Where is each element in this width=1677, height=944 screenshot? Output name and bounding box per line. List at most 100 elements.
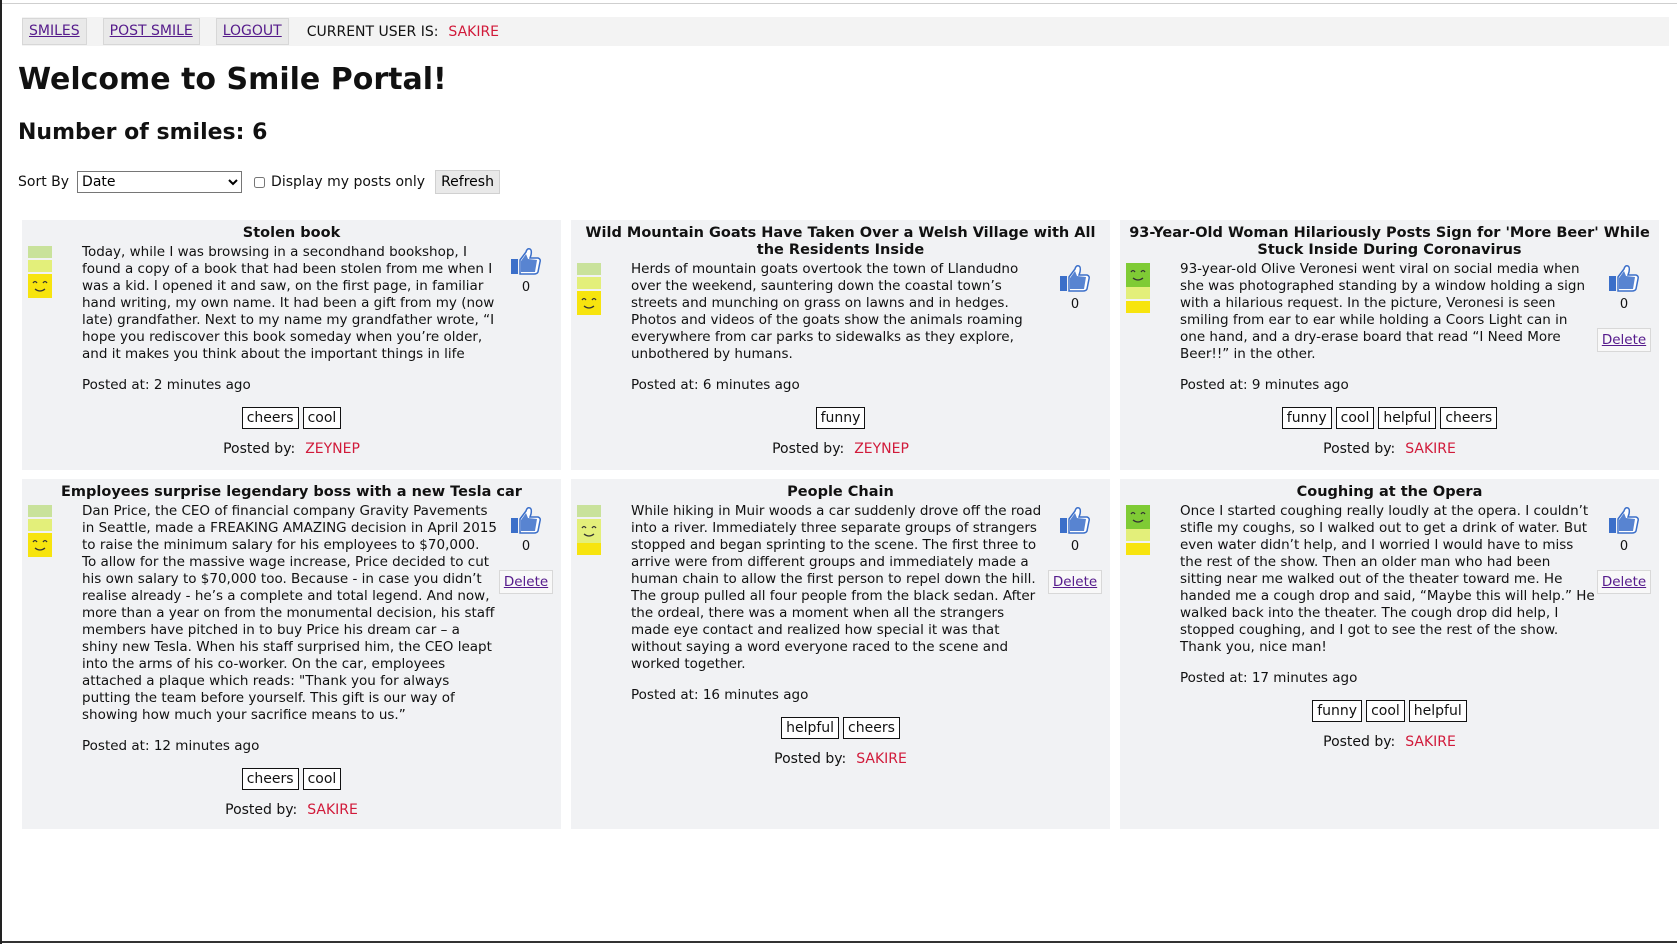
smile-text: Dan Price, the CEO of financial company … xyxy=(82,503,497,723)
nav-post-smile-link[interactable]: POST SMILE xyxy=(102,18,200,45)
smile-body: Dan Price, the CEO of financial company … xyxy=(22,501,561,755)
tag-badge: funny xyxy=(1281,407,1332,429)
posted-at: Posted at: 6 minutes ago xyxy=(631,377,800,393)
tag-badge: helpful xyxy=(1378,407,1437,429)
delete-button[interactable]: Delete xyxy=(1596,570,1652,594)
delete-button[interactable]: Delete xyxy=(1596,328,1652,352)
tag-badge: funny xyxy=(1312,700,1363,722)
like-count: 0 xyxy=(1619,539,1629,554)
thumbs-up-icon[interactable] xyxy=(1595,263,1653,297)
posted-at: Posted at: 2 minutes ago xyxy=(82,377,251,393)
tag-badge: cool xyxy=(1366,700,1405,722)
tag-badge: helpful xyxy=(1408,700,1467,722)
tag-badge: cheers xyxy=(843,717,900,739)
posted-at: Posted at: 16 minutes ago xyxy=(631,687,809,703)
smile-title: Wild Mountain Goats Have Taken Over a We… xyxy=(585,225,1096,258)
posted-by: Posted by: SAKIRE xyxy=(1120,734,1659,750)
smile-card: 93-Year-Old Woman Hilariously Posts Sign… xyxy=(1120,220,1659,470)
posted-by: Posted by: SAKIRE xyxy=(571,751,1110,767)
tag-list: funny cool helpful cheers xyxy=(1120,407,1659,429)
mood-bar xyxy=(28,246,52,258)
posted-by: Posted by: ZEYNEP xyxy=(22,441,561,457)
smile-actions: 0 Delete xyxy=(1046,503,1104,704)
tag-badge: cool xyxy=(302,407,342,429)
nav-smiles-link[interactable]: SMILES xyxy=(22,18,87,45)
tag-badge: helpful xyxy=(781,717,840,739)
current-user-name: SAKIRE xyxy=(448,23,500,40)
sort-select[interactable]: Date xyxy=(77,171,243,193)
smiley-face-icon xyxy=(1126,505,1150,529)
smile-card: Employees surprise legendary boss with a… xyxy=(22,479,561,829)
thumbs-up-icon[interactable] xyxy=(1046,505,1104,539)
smile-content: Today, while I was browsing in a secondh… xyxy=(82,244,497,394)
posted-by: Posted by: SAKIRE xyxy=(1120,441,1659,457)
mood-bar xyxy=(28,505,52,517)
mood-indicator xyxy=(577,505,601,704)
nav-logout-link[interactable]: LOGOUT xyxy=(215,18,289,45)
smile-card: Stolen book Today, while I was browsing i… xyxy=(22,220,561,470)
mood-bar xyxy=(577,543,601,555)
smiley-face-icon xyxy=(577,519,601,543)
mood-indicator xyxy=(1126,505,1150,687)
mood-indicator xyxy=(1126,263,1150,394)
mood-bar xyxy=(577,263,601,275)
tag-badge: cool xyxy=(302,768,342,790)
smile-content: Once I started coughing really loudly at… xyxy=(1180,503,1595,687)
posted-at: Posted at: 9 minutes ago xyxy=(1180,377,1349,393)
thumbs-up-icon[interactable] xyxy=(1046,263,1104,297)
thumbs-up-icon[interactable] xyxy=(497,246,555,280)
tag-badge: cheers xyxy=(241,407,299,429)
tag-badge: cheers xyxy=(241,768,299,790)
smile-card: Coughing at the Opera Once I started coug… xyxy=(1120,479,1659,829)
posted-by-label: Posted by: xyxy=(772,441,845,457)
thumbs-up-icon[interactable] xyxy=(497,505,555,539)
mood-indicator xyxy=(28,505,52,755)
smile-content: 93-year-old Olive Veronesi went viral on… xyxy=(1180,261,1595,394)
smile-title: Employees surprise legendary boss with a… xyxy=(61,484,522,500)
top-divider xyxy=(2,3,1677,4)
like-count: 0 xyxy=(1619,297,1629,312)
refresh-button[interactable]: Refresh xyxy=(435,170,500,194)
smile-body: Once I started coughing really loudly at… xyxy=(1120,501,1659,687)
smile-content: Dan Price, the CEO of financial company … xyxy=(82,503,497,755)
posted-by-label: Posted by: xyxy=(223,441,296,457)
my-posts-checkbox[interactable] xyxy=(254,176,266,188)
posted-by: Posted by: ZEYNEP xyxy=(571,441,1110,457)
delete-button[interactable]: Delete xyxy=(498,570,554,594)
smile-body: While hiking in Muir woods a car suddenl… xyxy=(571,501,1110,704)
tag-badge: cool xyxy=(1335,407,1375,429)
delete-button[interactable]: Delete xyxy=(1047,570,1103,594)
smile-card: People Chain While hiking in Muir woods a… xyxy=(571,479,1110,829)
my-posts-label: Display my posts only xyxy=(271,174,426,190)
author-name: SAKIRE xyxy=(1405,734,1456,750)
tag-list: cheers cool xyxy=(22,768,561,790)
thumbs-up-icon[interactable] xyxy=(1595,505,1653,539)
posted-by-label: Posted by: xyxy=(1323,441,1396,457)
smile-text: Once I started coughing really loudly at… xyxy=(1180,503,1595,655)
posted-by-label: Posted by: xyxy=(1323,734,1396,750)
mood-bar xyxy=(1126,287,1150,299)
smile-title: Stolen book xyxy=(242,225,341,241)
smile-title: Coughing at the Opera xyxy=(1296,484,1483,500)
like-count: 0 xyxy=(521,280,531,295)
smile-actions: 0 Delete xyxy=(1595,503,1653,687)
mood-bar xyxy=(1126,301,1150,313)
mood-indicator xyxy=(577,263,601,394)
author-name: ZEYNEP xyxy=(305,441,360,457)
smile-actions: 0 Delete xyxy=(1595,261,1653,394)
tag-list: funny cool helpful xyxy=(1120,700,1659,722)
smiley-face-icon xyxy=(28,533,52,557)
tag-badge: cheers xyxy=(1440,407,1498,429)
sort-controls: Sort By Date Display my posts only Refre… xyxy=(18,170,500,194)
mood-indicator xyxy=(28,246,52,394)
smiley-face-icon xyxy=(28,274,52,298)
mood-bar xyxy=(577,277,601,289)
author-name: SAKIRE xyxy=(856,751,907,767)
tag-list: helpful cheers xyxy=(571,717,1110,739)
posted-at: Posted at: 12 minutes ago xyxy=(82,738,260,754)
tag-list: funny xyxy=(571,407,1110,429)
smiley-face-icon xyxy=(1126,263,1150,287)
smile-text: Herds of mountain goats overtook the tow… xyxy=(631,261,1023,362)
smile-content: Herds of mountain goats overtook the tow… xyxy=(631,261,1046,394)
author-name: SAKIRE xyxy=(1405,441,1456,457)
